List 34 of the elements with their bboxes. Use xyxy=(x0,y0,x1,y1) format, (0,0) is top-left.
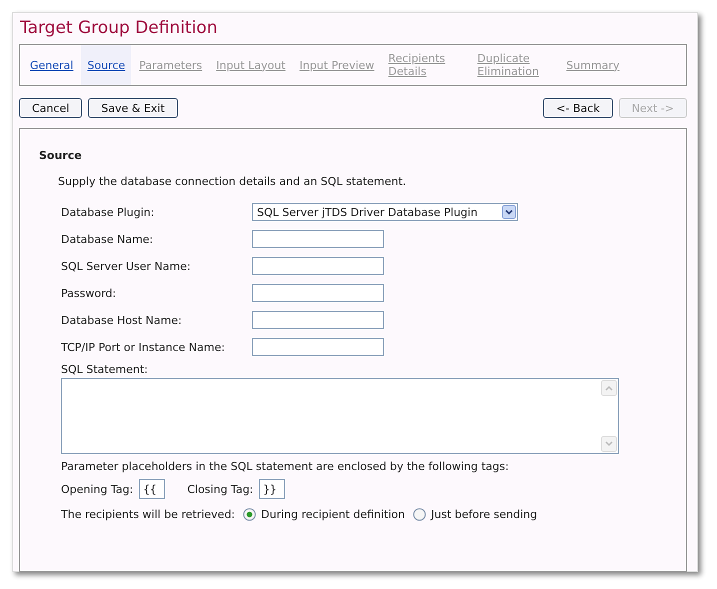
cancel-button[interactable]: Cancel xyxy=(19,98,82,118)
scroll-down-icon[interactable] xyxy=(601,436,617,452)
field-label: SQL Server User Name: xyxy=(61,260,192,272)
field-label: Opening Tag: xyxy=(61,482,134,496)
input-field[interactable] xyxy=(252,311,384,329)
back-button[interactable]: <- Back xyxy=(543,98,613,118)
field-label: The recipients will be retrieved: xyxy=(61,508,236,521)
page-title: Target Group Definition xyxy=(20,17,218,39)
radio-button[interactable] xyxy=(243,508,256,521)
field-label: TCP/IP Port or Instance Name: xyxy=(61,340,226,354)
input-field[interactable] xyxy=(252,338,384,356)
field-label: Database Plugin: xyxy=(61,206,156,218)
field-label: SQL Statement: xyxy=(61,363,149,376)
radio-label[interactable]: Just before sending xyxy=(431,508,538,521)
radio-label[interactable]: During recipient definition xyxy=(261,508,406,521)
input-field[interactable] xyxy=(252,257,384,275)
tab[interactable]: General xyxy=(24,45,80,85)
input-field[interactable] xyxy=(252,230,384,248)
intro-text: Supply the database connection details and an SQL statement. xyxy=(58,175,408,188)
tab[interactable]: Source xyxy=(81,45,132,85)
opening-tag-field[interactable]: {{ xyxy=(139,479,166,499)
scroll-up-icon[interactable] xyxy=(601,380,617,396)
section-heading: Source xyxy=(39,149,83,162)
field-label: Database Name: xyxy=(61,232,154,246)
sql-textarea[interactable] xyxy=(61,378,619,454)
save-exit-button[interactable]: Save & Exit xyxy=(88,98,178,118)
field-label: Closing Tag: xyxy=(187,482,254,496)
field-label: Database Host Name: xyxy=(61,314,183,326)
field-label: Password: xyxy=(61,286,118,300)
radio-button[interactable] xyxy=(413,508,426,521)
closing-tag-field[interactable]: }} xyxy=(259,479,286,499)
plugin-dropdown[interactable]: SQL Server jTDS Driver Database Plugin xyxy=(252,203,518,221)
input-field[interactable] xyxy=(252,284,384,302)
tags-note: Parameter placeholders in the SQL statement are enclosed by the following tags: xyxy=(61,460,510,473)
